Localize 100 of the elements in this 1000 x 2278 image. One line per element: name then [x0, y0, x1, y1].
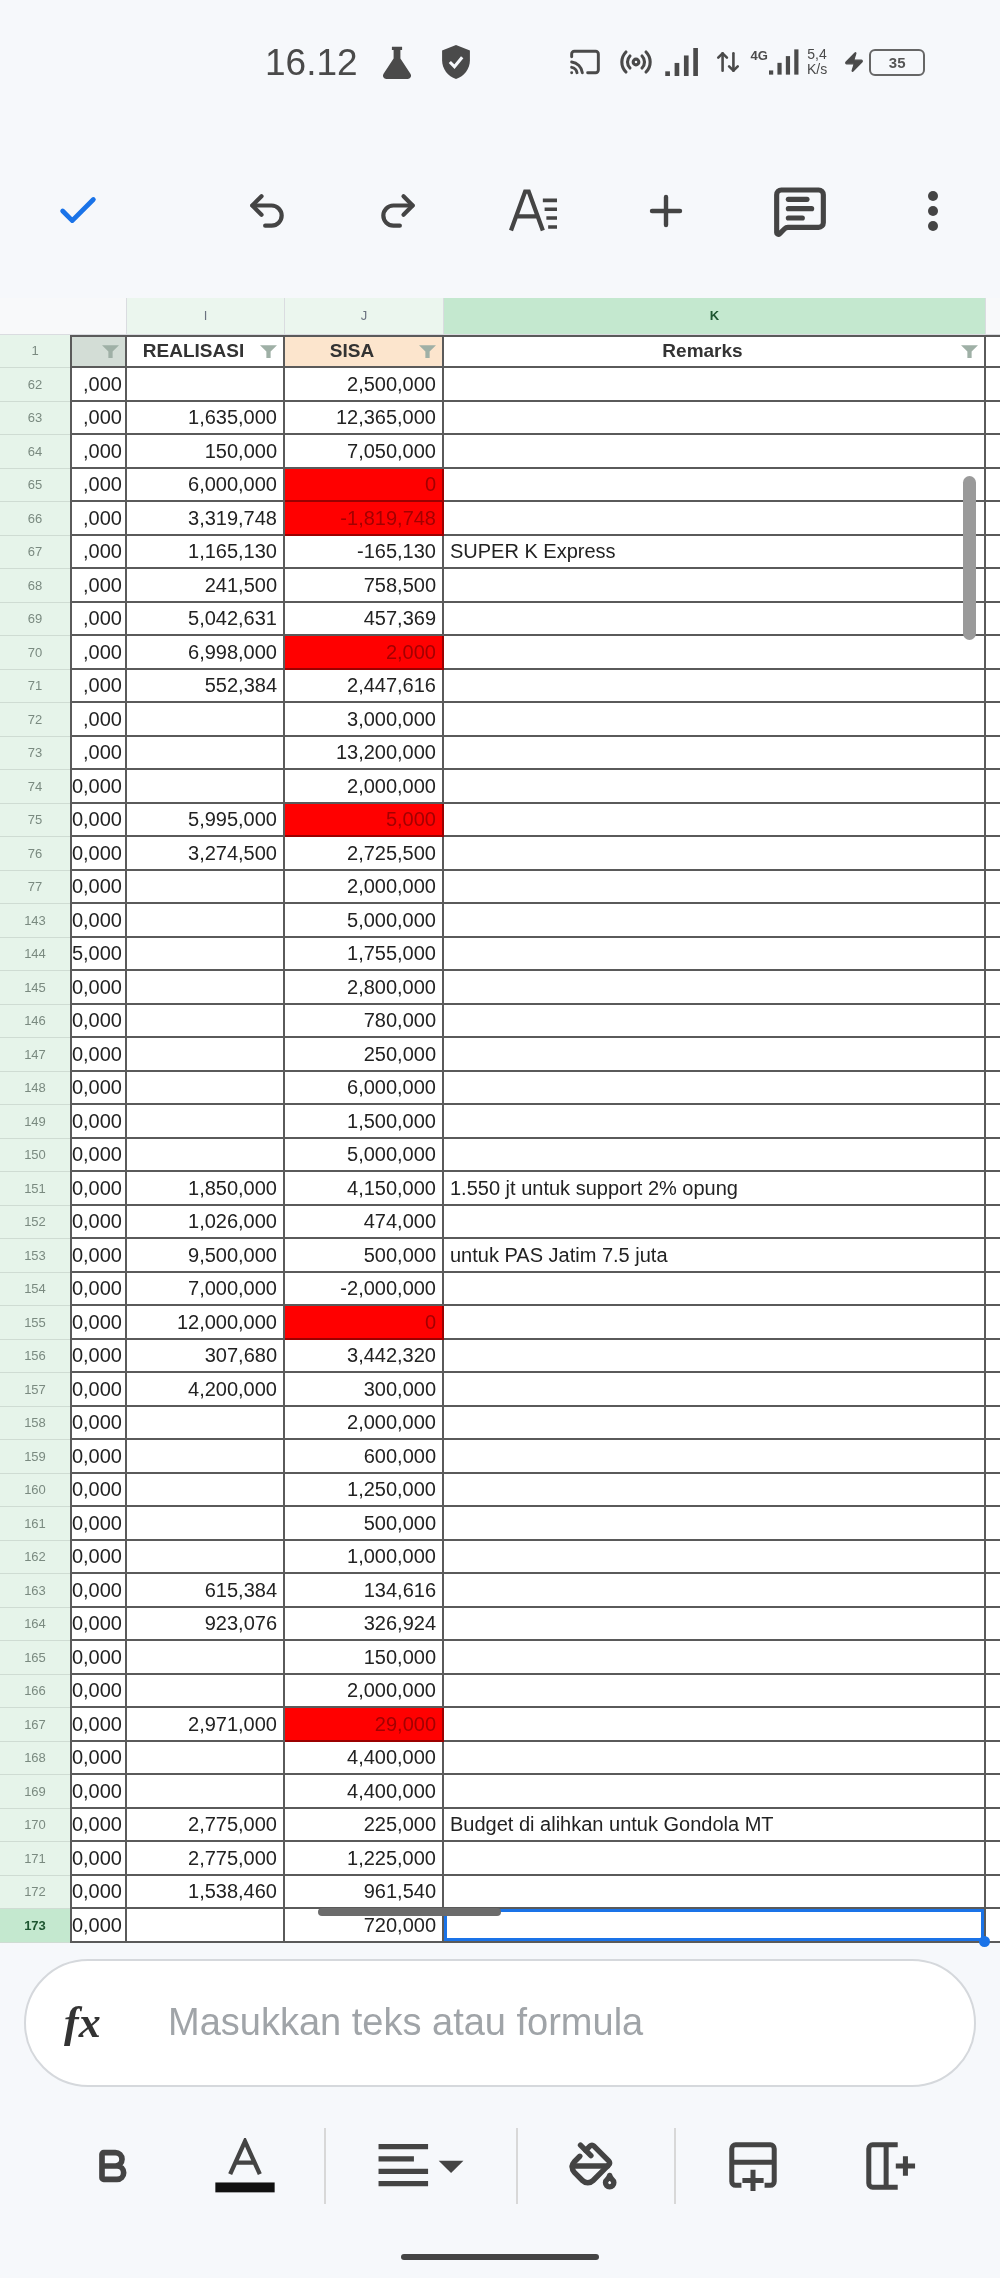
row-number[interactable]: 74 [0, 770, 70, 804]
table-cell[interactable] [444, 1406, 986, 1440]
table-cell[interactable] [444, 1875, 986, 1909]
table-cell[interactable]: untuk PAS Jatim 7.5 juta [444, 1239, 986, 1273]
row-number[interactable]: 77 [0, 870, 70, 904]
row-number[interactable]: 160 [0, 1473, 70, 1507]
table-cell[interactable] [444, 1607, 986, 1641]
home-indicator[interactable] [401, 2253, 599, 2260]
row-number[interactable]: 151 [0, 1172, 70, 1206]
column-header[interactable]: I [127, 298, 285, 335]
formula-bar[interactable]: fx Masukkan teks atau formula [24, 1958, 976, 2087]
row-number[interactable]: 157 [0, 1373, 70, 1407]
row-number[interactable]: 147 [0, 1038, 70, 1072]
row-number[interactable]: 67 [0, 535, 70, 569]
row-number[interactable]: 66 [0, 502, 70, 536]
table-cell[interactable] [444, 1674, 986, 1708]
table-cell[interactable] [444, 736, 986, 770]
row-number[interactable]: 170 [0, 1808, 70, 1842]
row-number[interactable]: 70 [0, 636, 70, 670]
row-number[interactable]: 172 [0, 1875, 70, 1909]
row-number[interactable]: 158 [0, 1406, 70, 1440]
row-number[interactable]: 156 [0, 1339, 70, 1373]
table-cell[interactable] [444, 1004, 986, 1038]
row-number[interactable]: 148 [0, 1071, 70, 1105]
table-cell[interactable] [444, 1708, 986, 1742]
table-cell[interactable] [444, 1842, 986, 1876]
table-cell[interactable] [444, 669, 986, 703]
table-cell[interactable] [444, 1038, 986, 1072]
table-cell[interactable] [444, 937, 986, 971]
table-cell[interactable] [444, 837, 986, 871]
row-number[interactable]: 154 [0, 1272, 70, 1306]
table-cell[interactable] [444, 770, 986, 804]
row-number[interactable]: 166 [0, 1674, 70, 1708]
table-cell[interactable] [444, 1373, 986, 1407]
table-cell[interactable] [444, 1741, 986, 1775]
row-number[interactable]: 162 [0, 1540, 70, 1574]
table-cell[interactable] [444, 636, 986, 670]
row-number[interactable]: 145 [0, 971, 70, 1005]
row-number[interactable]: 167 [0, 1708, 70, 1742]
row-number[interactable]: 163 [0, 1574, 70, 1608]
row-number[interactable]: 165 [0, 1641, 70, 1675]
table-cell[interactable] [444, 1339, 986, 1373]
row-number[interactable]: 76 [0, 837, 70, 871]
row-number[interactable]: 173 [0, 1909, 70, 1943]
row-number[interactable]: 161 [0, 1507, 70, 1541]
row-number[interactable]: 168 [0, 1741, 70, 1775]
row-number[interactable]: 150 [0, 1138, 70, 1172]
row-number[interactable]: 72 [0, 703, 70, 737]
table-cell[interactable] [444, 1507, 986, 1541]
row-number[interactable]: 73 [0, 736, 70, 770]
horizontal-scroll-handle[interactable] [318, 1908, 501, 1916]
table-cell[interactable] [444, 468, 986, 502]
row-number[interactable]: 146 [0, 1004, 70, 1038]
column-header[interactable]: J [285, 298, 444, 335]
row-number[interactable]: 63 [0, 401, 70, 435]
column-header[interactable]: K [444, 298, 986, 335]
table-cell[interactable] [444, 569, 986, 603]
row-number[interactable]: 65 [0, 468, 70, 502]
table-cell[interactable]: SUPER K Express [444, 535, 986, 569]
table-cell[interactable] [444, 1272, 986, 1306]
row-number[interactable]: 155 [0, 1306, 70, 1340]
table-cell[interactable] [444, 1641, 986, 1675]
table-cell[interactable] [444, 1138, 986, 1172]
row-number[interactable]: 159 [0, 1440, 70, 1474]
row-number[interactable]: 1 [0, 335, 70, 368]
table-cell[interactable] [444, 703, 986, 737]
table-cell[interactable] [444, 602, 986, 636]
vertical-scrollbar[interactable] [963, 476, 976, 640]
table-cell[interactable] [444, 1775, 986, 1809]
row-number[interactable]: 169 [0, 1775, 70, 1809]
table-cell[interactable] [444, 502, 986, 536]
row-number[interactable]: 75 [0, 803, 70, 837]
table-cell[interactable] [444, 368, 986, 402]
row-number[interactable]: 71 [0, 669, 70, 703]
table-cell[interactable] [444, 1473, 986, 1507]
row-number[interactable]: 149 [0, 1105, 70, 1139]
table-cell[interactable] [444, 1909, 986, 1943]
row-number[interactable]: 171 [0, 1842, 70, 1876]
row-number[interactable]: 144 [0, 937, 70, 971]
table-cell[interactable]: Budget di alihkan untuk Gondola MT [444, 1808, 986, 1842]
table-cell[interactable] [444, 904, 986, 938]
row-number[interactable]: 62 [0, 368, 70, 402]
row-number[interactable]: 68 [0, 569, 70, 603]
row-number[interactable]: 143 [0, 904, 70, 938]
table-cell[interactable] [444, 1540, 986, 1574]
row-number[interactable]: 164 [0, 1607, 70, 1641]
table-cell[interactable] [444, 435, 986, 469]
table-cell[interactable] [444, 1574, 986, 1608]
formula-input[interactable]: Masukkan teks atau formula [168, 1994, 944, 2051]
table-cell[interactable] [444, 803, 986, 837]
table-cell[interactable] [444, 1440, 986, 1474]
table-cell[interactable] [444, 401, 986, 435]
table-cell[interactable] [444, 1071, 986, 1105]
row-number[interactable]: 64 [0, 435, 70, 469]
row-number[interactable]: 153 [0, 1239, 70, 1273]
table-cell[interactable] [444, 1105, 986, 1139]
table-cell[interactable] [444, 870, 986, 904]
table-cell[interactable] [444, 1306, 986, 1340]
row-number[interactable]: 152 [0, 1205, 70, 1239]
table-cell[interactable] [444, 971, 986, 1005]
